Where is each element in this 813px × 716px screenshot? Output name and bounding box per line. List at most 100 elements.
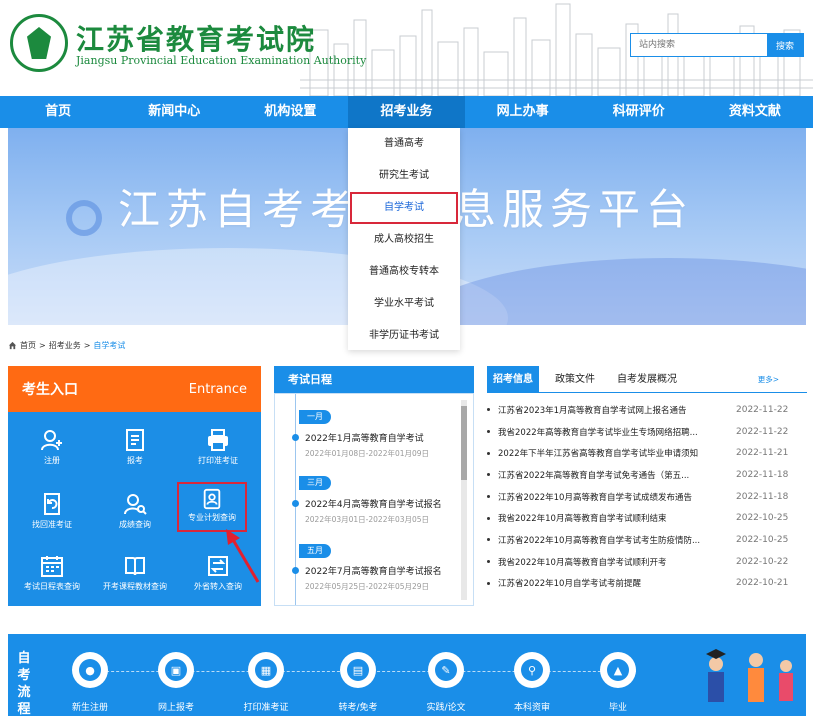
entry-course-textbook-query[interactable]: 开考课程教材查询 xyxy=(93,546,177,608)
bullet-icon xyxy=(487,473,490,477)
site-logo-title[interactable]: 江苏省教育考试院 xyxy=(76,18,316,58)
dropdown-item-gaokao[interactable]: 普通高考 xyxy=(348,128,460,160)
printer-icon xyxy=(208,429,228,451)
news-title[interactable]: 江苏省2022年高等教育自学考试免考通告（第五... xyxy=(498,469,726,481)
printer-icon: ▦ xyxy=(255,659,277,681)
admissions-dropdown-menu: 普通高考 研究生考试 自学考试 成人高校招生 普通高校专转本 学业水平考试 非学… xyxy=(348,128,460,350)
schedule-scrollbar[interactable] xyxy=(461,400,467,600)
search-button[interactable]: 搜索 xyxy=(767,34,803,56)
timeline-dot xyxy=(292,434,299,441)
dropdown-item-self-study-exam[interactable]: 自学考试 xyxy=(350,192,458,224)
step-graduation[interactable]: ▲ 毕业 xyxy=(578,652,658,713)
news-title[interactable]: 江苏省2023年1月高等教育自学考试网上报名通告 xyxy=(498,404,726,416)
schedule-list: 一月 2022年1月高等教育自学考试 2022年01月08日-2022年01月0… xyxy=(274,393,474,606)
news-date: 2022-11-22 xyxy=(736,426,789,437)
entry-register[interactable]: 注册 xyxy=(10,420,94,482)
entrance-header: 考生入口 Entrance xyxy=(8,366,261,412)
breadcrumb: 首页 > 招考业务 > 自学考试 xyxy=(8,340,125,351)
news-item[interactable]: 我省2022年高等教育自学考试毕业生专场网络招聘... 2022-11-22 xyxy=(487,421,807,443)
news-item[interactable]: 江苏省2022年10月高等教育自学考试考生防疫情防... 2022-10-25 xyxy=(487,529,807,551)
dropdown-item-certificate-exam[interactable]: 非学历证书考试 xyxy=(348,320,460,352)
dropdown-item-proficiency-test[interactable]: 学业水平考试 xyxy=(348,288,460,320)
id-card-icon xyxy=(203,488,221,510)
logo-emblem-icon[interactable] xyxy=(10,14,68,72)
step-print-ticket[interactable]: ▦ 打印准考证 xyxy=(226,652,306,713)
breadcrumb-home-link[interactable]: 首页 xyxy=(20,340,36,351)
nav-item-documents[interactable]: 资料文献 xyxy=(697,96,813,128)
home-icon xyxy=(8,341,17,350)
entry-label: 外省转入查询 xyxy=(194,582,242,591)
news-item[interactable]: 2022年下半年江苏省高等教育自学考试毕业申请须知 2022-11-21 xyxy=(487,442,807,464)
step-circle: ⚲ xyxy=(514,652,550,688)
entry-major-plan-query[interactable]: 专业计划查询 xyxy=(177,482,247,532)
news-title[interactable]: 我省2022年10月高等教育自学考试顺利开考 xyxy=(498,556,726,568)
nav-item-research[interactable]: 科研评价 xyxy=(581,96,697,128)
news-tabs: 招考信息 政策文件 自考发展概况 更多> xyxy=(487,365,807,393)
edit-icon: ✎ xyxy=(435,659,457,681)
step-transfer-exemption[interactable]: ▤ 转考/免考 xyxy=(318,652,398,713)
news-panel: 招考信息 政策文件 自考发展概况 更多> 江苏省2023年1月高等教育自学考试网… xyxy=(487,365,807,606)
news-title[interactable]: 我省2022年高等教育自学考试毕业生专场网络招聘... xyxy=(498,426,726,438)
step-new-registration[interactable]: ● 新生注册 xyxy=(50,652,130,713)
nav-item-organization[interactable]: 机构设置 xyxy=(232,96,348,128)
entry-label: 专业计划查询 xyxy=(188,513,236,522)
tab-development-overview[interactable]: 自考发展概况 xyxy=(611,366,683,393)
bullet-icon xyxy=(487,451,490,455)
breadcrumb-current: 自学考试 xyxy=(93,341,126,350)
news-item[interactable]: 江苏省2022年高等教育自学考试免考通告（第五... 2022-11-18 xyxy=(487,464,807,486)
entry-exam-schedule-query[interactable]: 考试日程表查询 xyxy=(10,546,94,608)
entry-transfer-in-query[interactable]: 外省转入查询 xyxy=(176,546,260,608)
nav-item-admissions[interactable]: 招考业务 xyxy=(348,96,465,128)
entry-recover-admission-ticket[interactable]: 找回准考证 xyxy=(10,484,94,546)
news-item[interactable]: 江苏省2022年10月高等教育自学考试成绩发布通告 2022-11-18 xyxy=(487,486,807,508)
scrollbar-thumb[interactable] xyxy=(461,406,467,480)
news-item[interactable]: 我省2022年10月高等教育自学考试顺利开考 2022-10-22 xyxy=(487,551,807,573)
nav-item-home[interactable]: 首页 xyxy=(0,96,116,128)
nav-item-news[interactable]: 新闻中心 xyxy=(116,96,232,128)
search-box: 搜索 xyxy=(630,33,804,57)
entry-label: 打印准考证 xyxy=(198,456,238,465)
schedule-item-name[interactable]: 2022年7月高等教育自学考试报名 xyxy=(305,564,442,577)
step-bachelor-review[interactable]: ⚲ 本科资审 xyxy=(492,652,572,713)
news-item[interactable]: 江苏省2022年10月自学考试考前提醒 2022-10-21 xyxy=(487,573,807,595)
entry-label: 报考 xyxy=(127,456,143,465)
news-title[interactable]: 2022年下半年江苏省高等教育自学考试毕业申请须知 xyxy=(498,447,726,459)
breadcrumb-separator: > xyxy=(83,341,91,350)
news-title[interactable]: 江苏省2022年10月高等教育自学考试成绩发布通告 xyxy=(498,491,726,503)
news-item[interactable]: 我省2022年10月高等教育自学考试顺利结束 2022-10-25 xyxy=(487,507,807,529)
entry-score-query[interactable]: 成绩查询 xyxy=(93,484,177,546)
nav-item-online-services[interactable]: 网上办事 xyxy=(465,96,581,128)
step-label: 本科资审 xyxy=(513,703,550,713)
tab-admission-info[interactable]: 招考信息 xyxy=(487,365,539,393)
more-link[interactable]: 更多> xyxy=(758,374,779,385)
news-item[interactable]: 江苏省2023年1月高等教育自学考试网上报名通告 2022-11-22 xyxy=(487,399,807,421)
bullet-icon xyxy=(487,408,490,412)
tab-policy-documents[interactable]: 政策文件 xyxy=(549,366,601,393)
bullet-icon xyxy=(487,430,490,434)
entrance-title: 考生入口 xyxy=(22,382,78,398)
news-title[interactable]: 江苏省2022年10月自学考试考前提醒 xyxy=(498,577,726,589)
banner-wave-decoration xyxy=(408,258,806,325)
entry-apply[interactable]: 报考 xyxy=(93,420,177,482)
schedule-item-date: 2022年01月08日-2022年01月09日 xyxy=(305,449,430,458)
news-date: 2022-10-25 xyxy=(736,513,789,524)
bullet-icon xyxy=(487,495,490,499)
news-title[interactable]: 江苏省2022年10月高等教育自学考试考生防疫情防... xyxy=(498,534,726,546)
search-doc-icon: ⚲ xyxy=(521,659,543,681)
dropdown-item-graduate-exam[interactable]: 研究生考试 xyxy=(348,160,460,192)
schedule-item-name[interactable]: 2022年4月高等教育自学考试报名 xyxy=(305,497,442,510)
schedule-item-name[interactable]: 2022年1月高等教育自学考试 xyxy=(305,431,424,444)
dropdown-item-adult-admissions[interactable]: 成人高校招生 xyxy=(348,224,460,256)
step-practice-thesis[interactable]: ✎ 实践/论文 xyxy=(406,652,486,713)
step-online-apply[interactable]: ▣ 网上报考 xyxy=(136,652,216,713)
breadcrumb-parent-link[interactable]: 招考业务 xyxy=(49,340,81,351)
form-icon xyxy=(126,429,144,451)
entry-print-admission-ticket[interactable]: 打印准考证 xyxy=(176,420,260,482)
search-input[interactable] xyxy=(631,34,767,56)
dropdown-item-upgrade-to-bachelor[interactable]: 普通高校专转本 xyxy=(348,256,460,288)
exam-schedule-panel: 考试日程 一月 2022年1月高等教育自学考试 2022年01月08日-2022… xyxy=(274,366,474,606)
site-logo-subtitle: Jiangsu Provincial Education Examination… xyxy=(76,54,367,67)
news-title[interactable]: 我省2022年10月高等教育自学考试顺利结束 xyxy=(498,512,726,524)
schedule-item-date: 2022年03月01日-2022年03月05日 xyxy=(305,515,430,524)
candidate-entrance-panel: 考生入口 Entrance 注册 报考 打印准考证 找回准考证 成绩查询 专业计… xyxy=(8,366,261,606)
